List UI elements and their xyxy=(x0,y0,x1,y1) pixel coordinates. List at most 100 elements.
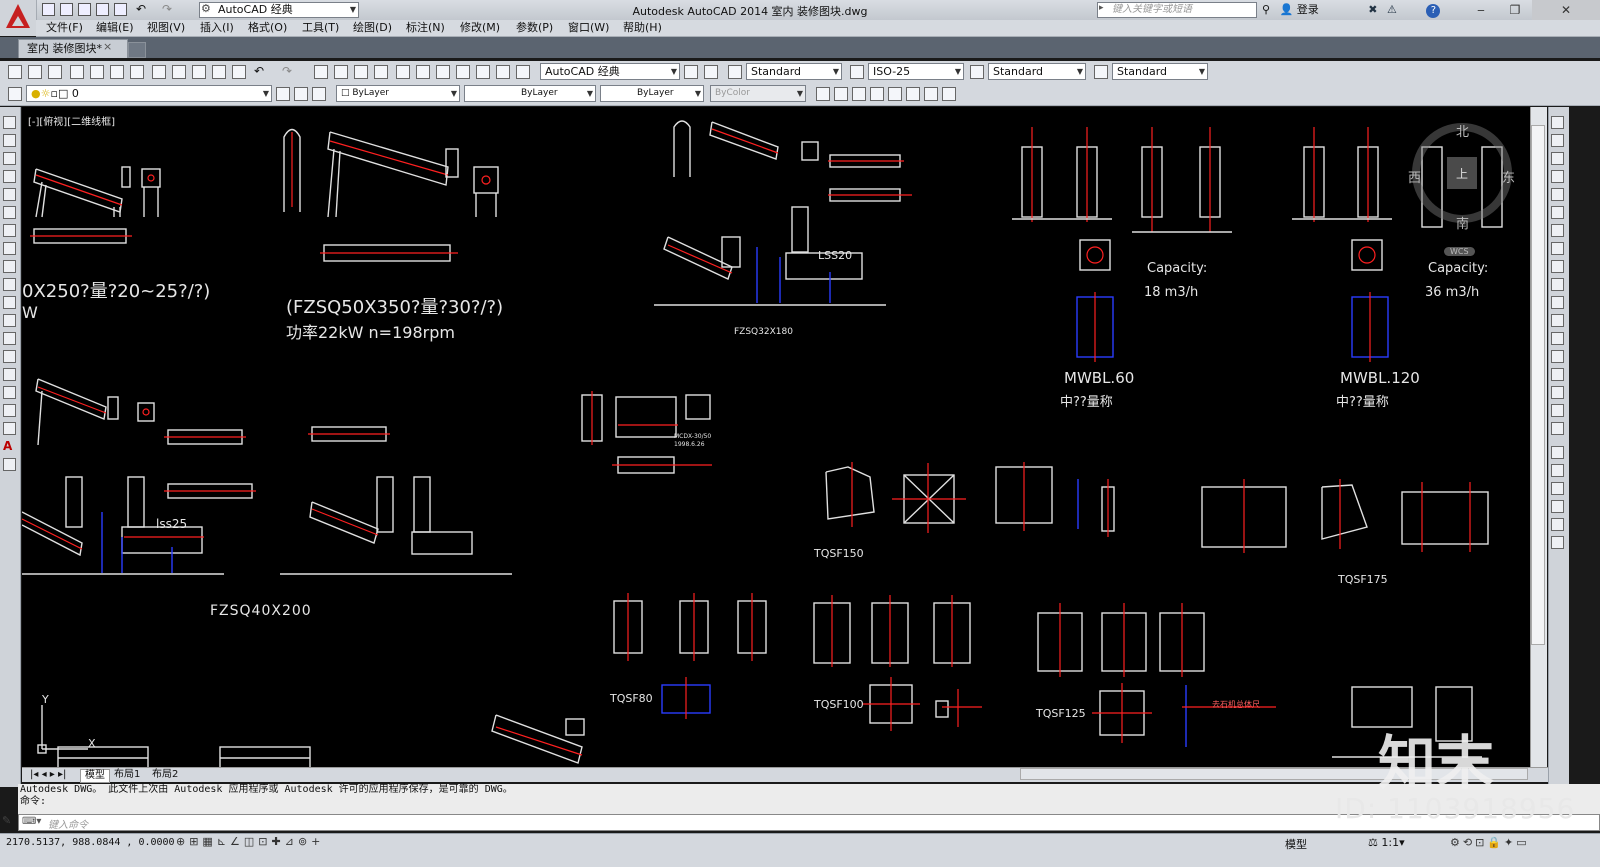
hatch-icon[interactable] xyxy=(3,368,16,381)
drawing-canvas[interactable]: [-][俯视][二维线框] 0X250?量?20~25?/?) W (FZSQ5… xyxy=(22,107,1530,767)
gradient-icon[interactable] xyxy=(3,386,16,399)
polyline-icon[interactable] xyxy=(3,152,16,165)
erase-icon[interactable] xyxy=(1551,116,1564,129)
blend-icon[interactable] xyxy=(1551,386,1564,399)
status-tray-icons[interactable]: ⚙⟲⊡🔒✦▭ xyxy=(1450,836,1530,849)
search-input[interactable]: 键入关键字或短语 xyxy=(1097,2,1257,18)
model-space-button[interactable]: 模型 xyxy=(1285,836,1307,852)
publish-icon[interactable] xyxy=(110,65,124,79)
render-icon[interactable] xyxy=(924,87,938,101)
wrench-icon[interactable]: ✎ xyxy=(2,814,11,827)
menu-view[interactable]: 视图(V) xyxy=(147,21,185,35)
block-editor-icon[interactable] xyxy=(232,65,246,79)
extend-icon[interactable] xyxy=(1551,296,1564,309)
calculator-icon[interactable] xyxy=(496,65,510,79)
trim-icon[interactable] xyxy=(1551,278,1564,291)
offset-icon[interactable] xyxy=(1551,170,1564,183)
spline-icon[interactable] xyxy=(3,260,16,273)
menu-format[interactable]: 格式(O) xyxy=(248,21,287,35)
redo-icon[interactable]: ↷ xyxy=(162,3,175,16)
point-icon[interactable] xyxy=(3,350,16,363)
nav-arrows-icon[interactable]: |◂ ◂ ▸ ▸| xyxy=(26,769,70,781)
text-style-dropdown[interactable]: Standard ▼ xyxy=(746,63,842,80)
quickselect-icon[interactable] xyxy=(1551,482,1564,495)
close-button[interactable]: ✕ xyxy=(1532,0,1600,20)
rotate-icon[interactable] xyxy=(1551,224,1564,237)
restore-button[interactable]: ❐ xyxy=(1498,0,1532,20)
drafting-settings-icons[interactable]: ⊕⊞▦⊾∠◫⊡✚⊿⊚+ xyxy=(176,835,324,848)
user-icon[interactable]: 👤 xyxy=(1280,3,1294,16)
ellipse-arc-icon[interactable] xyxy=(3,296,16,309)
toolbar-lock-icon[interactable] xyxy=(704,65,718,79)
paste-icon[interactable] xyxy=(192,65,206,79)
ungroup-icon[interactable] xyxy=(1551,518,1564,531)
coordinates-readout[interactable]: 2170.5137, 988.0844 , 0.0000 xyxy=(6,837,175,848)
layer-walk-icon[interactable] xyxy=(1551,464,1564,477)
cut-icon[interactable] xyxy=(152,65,166,79)
viewcube-west[interactable]: 西 xyxy=(1408,167,1421,186)
layer-previous-icon[interactable] xyxy=(294,87,308,101)
viewcube-south[interactable]: 南 xyxy=(1456,213,1469,232)
view-back-icon[interactable] xyxy=(870,87,884,101)
menu-draw[interactable]: 绘图(D) xyxy=(353,21,392,35)
application-menu-button[interactable] xyxy=(0,0,37,36)
revcloud-icon[interactable] xyxy=(3,242,16,255)
workspace-settings-icon[interactable] xyxy=(684,65,698,79)
ellipse-icon[interactable] xyxy=(3,278,16,291)
redo-icon[interactable]: ↷ xyxy=(282,65,296,79)
tab-layout1[interactable]: 布局1 xyxy=(110,769,144,781)
text-style-icon[interactable] xyxy=(728,65,742,79)
vertical-scrollbar-thumb[interactable] xyxy=(1531,125,1545,645)
preview-icon[interactable] xyxy=(90,65,104,79)
properties-panel-icon[interactable] xyxy=(1551,446,1564,459)
save-icon[interactable] xyxy=(78,3,91,16)
dim-style-icon[interactable] xyxy=(850,65,864,79)
mleader-style-icon[interactable] xyxy=(1094,65,1108,79)
polygon-icon[interactable] xyxy=(3,170,16,183)
construction-line-icon[interactable] xyxy=(3,134,16,147)
print-icon[interactable] xyxy=(114,3,127,16)
table-style-dropdown[interactable]: Standard ▼ xyxy=(988,63,1086,80)
table-icon[interactable] xyxy=(816,87,830,101)
zoom-realtime-icon[interactable] xyxy=(334,65,348,79)
group-icon[interactable] xyxy=(1551,500,1564,513)
menu-insert[interactable]: 插入(I) xyxy=(200,21,234,35)
open-file-icon[interactable] xyxy=(60,3,73,16)
viewcube-north[interactable]: 北 xyxy=(1456,121,1469,140)
minimize-button[interactable]: ‒ xyxy=(1464,0,1498,20)
qnew-icon[interactable] xyxy=(8,65,22,79)
properties-icon[interactable] xyxy=(396,65,410,79)
make-block-icon[interactable] xyxy=(3,332,16,345)
3dprint-icon[interactable] xyxy=(130,65,144,79)
multiline-text-icon[interactable]: A xyxy=(3,440,16,453)
close-tab-icon[interactable]: × xyxy=(103,40,112,53)
layer-dropdown[interactable]: ●☼▫□ 0 ▼ xyxy=(26,85,272,102)
menu-parametric[interactable]: 参数(P) xyxy=(516,21,553,35)
join-icon[interactable] xyxy=(1551,332,1564,345)
design-center-icon[interactable] xyxy=(416,65,430,79)
zoom-previous-icon[interactable] xyxy=(374,65,388,79)
chamfer-icon[interactable] xyxy=(1551,350,1564,363)
menu-file[interactable]: 文件(F) xyxy=(46,21,83,35)
layer-state-icon[interactable] xyxy=(312,87,326,101)
arc-icon[interactable] xyxy=(3,206,16,219)
layer-properties-icon[interactable] xyxy=(8,87,22,101)
menu-tools[interactable]: 工具(T) xyxy=(302,21,339,35)
line-icon[interactable] xyxy=(3,116,16,129)
wcs-menu[interactable]: WCS xyxy=(1444,247,1475,256)
menu-window[interactable]: 窗口(W) xyxy=(568,21,609,35)
move-icon[interactable] xyxy=(1551,206,1564,219)
help-icon[interactable]: ? xyxy=(1426,4,1441,18)
tab-layout2[interactable]: 布局2 xyxy=(148,769,182,781)
new-file-icon[interactable] xyxy=(42,3,55,16)
save-as-icon[interactable] xyxy=(96,3,109,16)
exchange-icon[interactable]: ✖ xyxy=(1368,3,1377,16)
zoom-window-icon[interactable] xyxy=(354,65,368,79)
plot-icon[interactable] xyxy=(70,65,84,79)
break-icon[interactable] xyxy=(1551,314,1564,327)
undo-icon[interactable]: ↶ xyxy=(136,3,149,16)
dim-style-dropdown[interactable]: ISO-25 ▼ xyxy=(868,63,964,80)
region-icon[interactable] xyxy=(3,404,16,417)
table-icon[interactable] xyxy=(3,422,16,435)
pan-icon[interactable] xyxy=(314,65,328,79)
